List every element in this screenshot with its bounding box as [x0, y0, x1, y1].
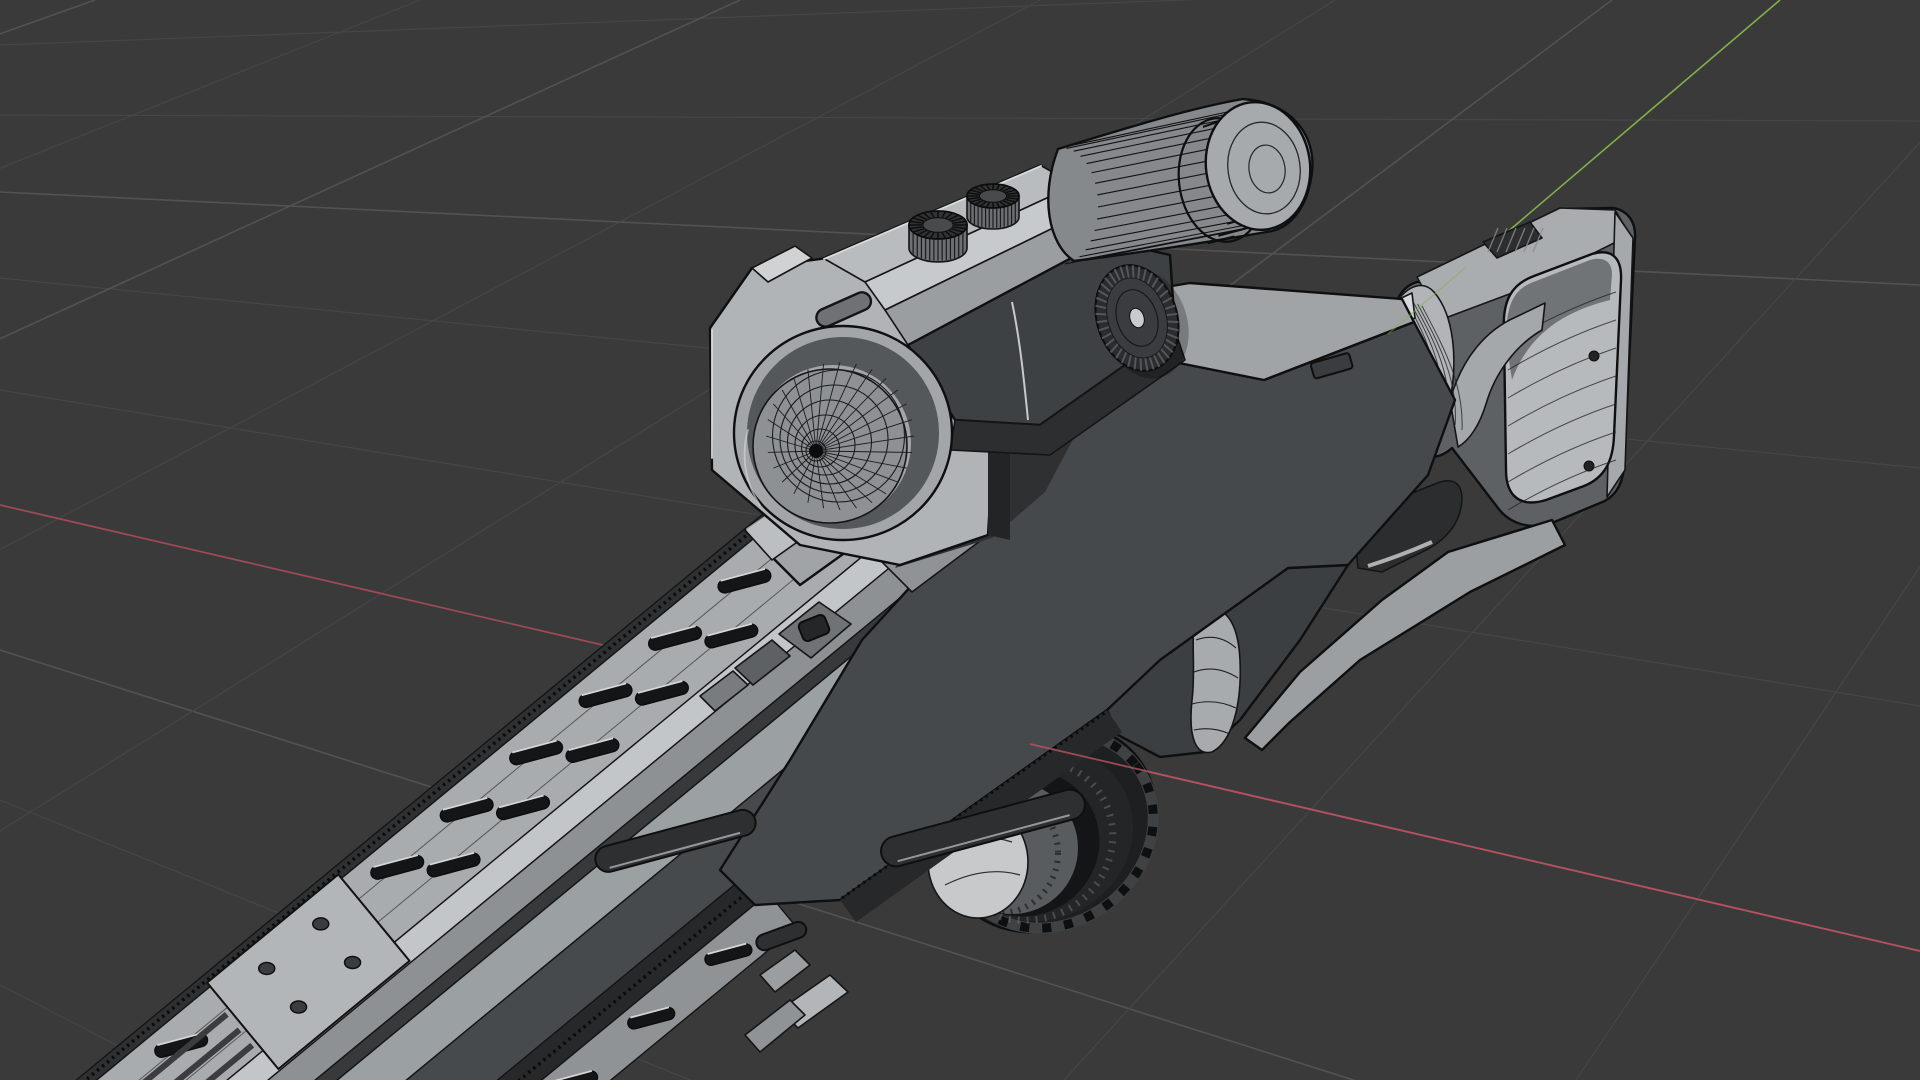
stock-bolt	[1583, 460, 1595, 472]
plate-screw-hole	[343, 955, 362, 970]
objective-lens	[732, 324, 954, 542]
viewport-canvas[interactable]	[0, 0, 1920, 1080]
plate-screw-hole	[257, 961, 276, 976]
knob-top-inner	[978, 189, 1008, 203]
turret-knob	[966, 183, 1020, 230]
blender-3d-viewport[interactable]	[0, 0, 1920, 1080]
stock-bolt	[1588, 350, 1600, 362]
plate-screw-hole	[311, 917, 330, 931]
lens-center-dot	[809, 444, 823, 458]
turret-knob	[908, 210, 968, 263]
plate-screw-hole	[289, 1000, 308, 1014]
knob-top-inner	[922, 217, 954, 233]
